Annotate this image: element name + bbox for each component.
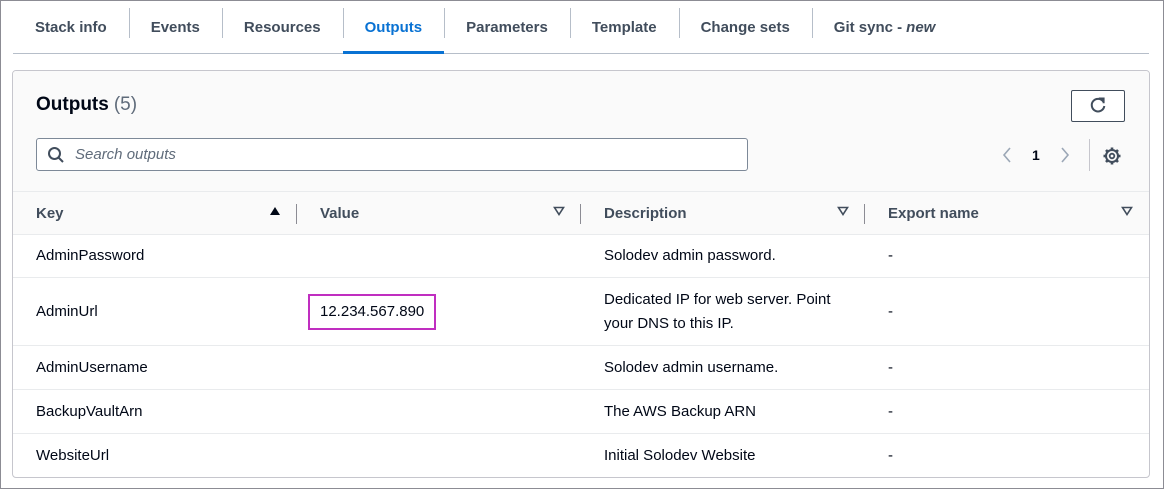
cell-description: Solodev admin username. (581, 345, 865, 390)
column-header-export-name[interactable]: Export name (865, 192, 1149, 235)
column-header-key[interactable]: Key (13, 192, 297, 235)
tab-label: Parameters (466, 18, 548, 36)
caret-down-outline-icon (553, 206, 565, 219)
cell-value (297, 234, 581, 278)
tab-label: Stack info (35, 18, 107, 36)
chevron-left-icon[interactable] (998, 143, 1016, 167)
cell-value: 12.234.567.890 (297, 277, 581, 346)
search-field[interactable] (36, 138, 748, 171)
tab-change-sets[interactable]: Change sets (678, 1, 812, 53)
highlighted-value[interactable]: 12.234.567.890 (308, 293, 437, 330)
tab-label: Template (591, 18, 657, 36)
cell-value (297, 434, 581, 478)
cell-value (297, 345, 581, 390)
tab-events[interactable]: Events (128, 1, 222, 53)
column-header-value[interactable]: Value (297, 192, 581, 235)
outputs-panel: Outputs(5) 1 (12, 70, 1150, 478)
tab-bar: Stack info Events Resources Outputs Para… (13, 1, 1149, 54)
tab-resources[interactable]: Resources (221, 1, 343, 53)
tab-label: Resources (243, 18, 321, 36)
column-label: Description (604, 204, 687, 222)
tab-outputs[interactable]: Outputs (342, 1, 445, 54)
cell-export-name: - (888, 446, 893, 464)
output-count: (5) (113, 94, 138, 115)
outputs-table: Key Value Description Export name AdminP… (13, 191, 1149, 478)
pagination: 1 (998, 143, 1074, 167)
column-label: Value (320, 204, 360, 222)
tab-parameters[interactable]: Parameters (444, 1, 570, 53)
tab-template[interactable]: Template (569, 1, 679, 53)
title-text: Outputs (36, 94, 109, 115)
page-title: Outputs (5) (36, 94, 137, 116)
cell-export-name: - (865, 389, 1149, 434)
tab-label: Outputs (364, 18, 423, 36)
cell-description: Initial Solodev Website (604, 446, 756, 464)
new-badge: new (906, 18, 936, 36)
cell-key: AdminUsername (13, 345, 297, 390)
cell-export-name: - (865, 234, 1149, 278)
cell-description: The AWS Backup ARN (581, 389, 865, 434)
table-row: AdminUrl 12.234.567.890 Dedicated IP for… (13, 277, 1149, 346)
refresh-icon (1089, 97, 1107, 115)
table-row: WebsiteUrl Initial Solodev Website - (13, 434, 1149, 478)
page-number[interactable]: 1 (1032, 147, 1040, 163)
cell-key: AdminPassword (13, 234, 297, 278)
chevron-right-icon[interactable] (1056, 143, 1074, 167)
pager-divider (1089, 139, 1090, 171)
cell-export-name: - (865, 277, 1149, 346)
search-icon (47, 146, 65, 164)
tab-stack-info[interactable]: Stack info (13, 1, 129, 53)
cell-description: Dedicated IP for web server. Point your … (581, 277, 865, 346)
table-header-row: Key Value Description Export name (13, 191, 1149, 235)
cell-value (297, 389, 581, 434)
caret-down-outline-icon (837, 206, 849, 219)
column-header-description[interactable]: Description (581, 192, 865, 235)
tab-label: Events (150, 18, 200, 36)
search-input[interactable] (73, 145, 717, 164)
tab-label: Change sets (700, 18, 790, 36)
cell-key: AdminUrl (13, 277, 297, 346)
cell-description: Solodev admin password. (581, 234, 865, 278)
table-row: AdminPassword Solodev admin password. - (13, 234, 1149, 278)
cell-key: WebsiteUrl (36, 446, 110, 464)
refresh-button[interactable] (1071, 90, 1125, 122)
cell-key: BackupVaultArn (13, 389, 297, 434)
column-label: Key (36, 204, 64, 222)
tab-git-sync[interactable]: Git sync - new (811, 1, 958, 53)
table-row: AdminUsername Solodev admin username. - (13, 345, 1149, 390)
table-row: BackupVaultArn The AWS Backup ARN - (13, 389, 1149, 434)
gear-icon[interactable] (1101, 145, 1123, 167)
panel-header: Outputs(5) 1 (13, 71, 1149, 191)
column-label: Export name (888, 204, 979, 222)
caret-up-icon (269, 206, 281, 219)
cell-export-name: - (865, 345, 1149, 390)
caret-down-outline-icon (1121, 206, 1133, 219)
tab-label: Git sync - (833, 18, 903, 36)
